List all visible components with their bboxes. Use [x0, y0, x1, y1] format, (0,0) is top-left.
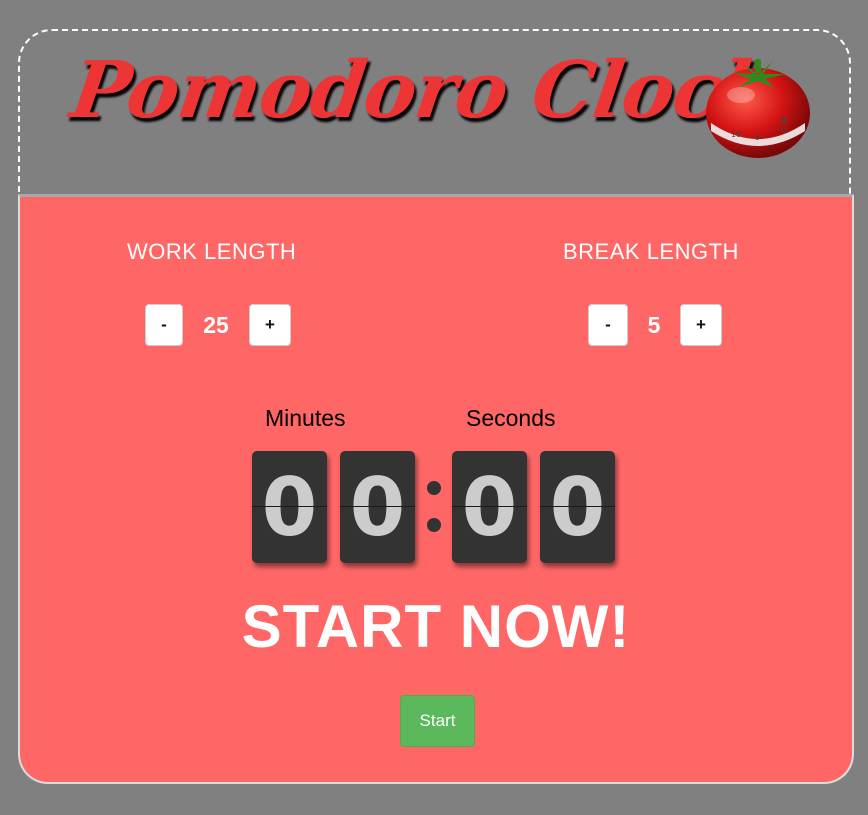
minutes-ones-digit: 0 — [340, 451, 415, 563]
minutes-tens-digit: 0 — [252, 451, 327, 563]
work-increment-button[interactable]: + — [249, 304, 291, 346]
timer-panel: WORK LENGTH - 25 + BREAK LENGTH - 5 + Mi… — [18, 194, 854, 784]
svg-text:5: 5 — [755, 133, 760, 142]
break-length-stepper: - 5 + — [588, 304, 722, 346]
seconds-tens-digit: 0 — [452, 451, 527, 563]
colon-dot-bottom — [427, 518, 441, 532]
break-increment-button[interactable]: + — [680, 304, 722, 346]
seconds-label: Seconds — [466, 405, 556, 431]
seconds-ones-digit: 0 — [540, 451, 615, 563]
work-decrement-button[interactable]: - — [145, 304, 183, 346]
svg-text:0: 0 — [781, 126, 786, 135]
minutes-label: Minutes — [265, 405, 346, 431]
work-length-section: WORK LENGTH — [127, 239, 296, 265]
start-button[interactable]: Start — [400, 695, 475, 747]
work-length-value: 25 — [203, 311, 229, 338]
colon-dot-top — [427, 481, 441, 495]
svg-text:10: 10 — [731, 130, 741, 139]
break-length-section: BREAK LENGTH — [563, 239, 739, 265]
break-length-value: 5 — [647, 311, 661, 338]
header: Pomodoro Clock 10 5 0 — [18, 29, 851, 195]
app-title: Pomodoro Clock — [65, 45, 780, 136]
break-decrement-button[interactable]: - — [588, 304, 628, 346]
status-message: START NOW! — [241, 593, 631, 660]
break-length-label: BREAK LENGTH — [563, 239, 739, 264]
work-length-label: WORK LENGTH — [127, 239, 297, 264]
work-length-stepper: - 25 + — [145, 304, 291, 346]
tomato-timer-icon: 10 5 0 — [706, 59, 810, 158]
